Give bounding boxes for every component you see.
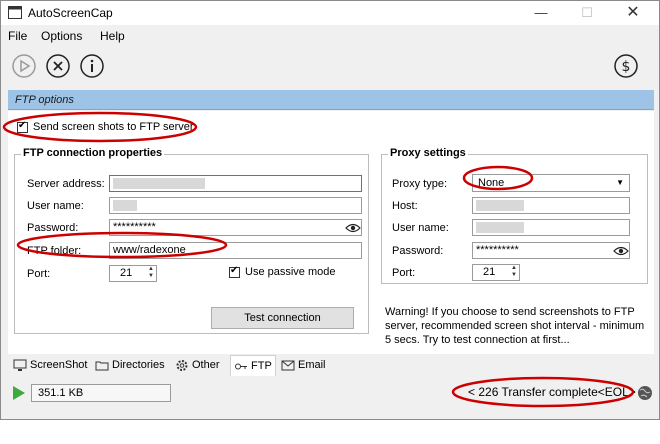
maximize-button[interactable]: ☐	[564, 1, 610, 25]
close-button[interactable]: ✕	[610, 1, 656, 25]
user-name-label: User name:	[27, 200, 84, 212]
user-name-field[interactable]	[109, 197, 362, 214]
menu-bar: File Options Help	[1, 26, 659, 46]
password-label: Password:	[27, 222, 79, 234]
stop-icon[interactable]	[45, 53, 71, 79]
gear-icon	[176, 360, 188, 371]
ftp-warning-text: Warning! If you choose to send screensho…	[385, 306, 645, 346]
app-window: AutoScreenCap — ☐ ✕ File Options Help $ …	[0, 0, 660, 420]
ftp-icon	[235, 363, 247, 370]
ftp-folder-label: FTP folder:	[27, 245, 82, 257]
proxy-settings-title: Proxy settings	[388, 147, 468, 159]
proxy-type-select[interactable]: None ▼	[472, 174, 630, 192]
folder-icon	[95, 361, 109, 371]
menu-options[interactable]: Options	[41, 29, 82, 43]
app-icon	[8, 6, 22, 19]
proxy-host-field[interactable]	[472, 197, 630, 214]
tab-ftp[interactable]: FTP	[230, 355, 276, 376]
ftp-connection-group: FTP connection properties Server address…	[14, 147, 369, 334]
proxy-show-password-eye-icon[interactable]	[613, 245, 629, 257]
server-address-field[interactable]	[109, 175, 362, 192]
proxy-user-label: User name:	[392, 222, 449, 234]
proxy-type-label: Proxy type:	[392, 178, 448, 190]
send-ftp-checkbox[interactable]	[17, 120, 28, 133]
donate-dollar-icon[interactable]: $	[613, 53, 639, 79]
spinner-arrows-icon[interactable]: ▲ ▼	[148, 266, 154, 280]
screenshot-icon	[13, 359, 27, 371]
send-ftp-label: Send screen shots to FTP server	[33, 121, 194, 133]
port-value: 21	[120, 267, 133, 279]
minimize-button[interactable]: —	[518, 1, 564, 25]
server-address-label: Server address:	[27, 178, 105, 190]
password-field[interactable]: **********	[109, 219, 362, 236]
proxy-port-spinner[interactable]: 21 ▲ ▼	[472, 264, 520, 281]
proxy-password-field[interactable]: **********	[472, 242, 630, 259]
status-bar: 351.1 KB < 226 Transfer complete<EOL>	[1, 381, 659, 405]
passive-mode-label: Use passive mode	[245, 266, 336, 278]
play-icon[interactable]	[11, 53, 37, 79]
tab-email[interactable]: Email	[278, 355, 334, 376]
proxy-type-value: None	[478, 177, 505, 189]
ftp-connection-title: FTP connection properties	[21, 147, 165, 159]
tab-screenshot[interactable]: ScreenShot	[10, 355, 88, 376]
show-password-eye-icon[interactable]	[345, 222, 361, 234]
title-bar: AutoScreenCap — ☐ ✕	[1, 1, 659, 25]
test-connection-button[interactable]: Test connection	[211, 307, 354, 329]
proxy-port-label: Port:	[392, 267, 416, 279]
port-label: Port:	[27, 268, 51, 280]
captured-size-field: 351.1 KB	[31, 384, 171, 402]
chevron-down-icon: ▼	[616, 178, 624, 187]
info-icon[interactable]	[79, 53, 105, 79]
window-title: AutoScreenCap	[28, 6, 113, 20]
email-icon	[281, 360, 295, 371]
port-spinner[interactable]: 21 ▲ ▼	[109, 265, 157, 282]
proxy-password-label: Password:	[392, 245, 444, 257]
section-header-ftp-options: FTP options	[8, 90, 654, 110]
globe-icon	[638, 386, 652, 400]
bottom-tab-bar: ScreenShot Directories Other FTP Email	[8, 355, 654, 377]
proxy-settings-group: Proxy settings Proxy type: None ▼ Host: …	[381, 147, 648, 284]
proxy-host-label: Host:	[392, 200, 418, 212]
svg-text:$: $	[622, 59, 631, 75]
start-capture-play-icon[interactable]	[12, 385, 26, 401]
passive-mode-checkbox[interactable]	[229, 265, 240, 278]
proxy-port-value: 21	[483, 266, 496, 278]
proxy-user-field[interactable]	[472, 219, 630, 236]
toolbar: $	[1, 48, 659, 86]
ftp-folder-field[interactable]: www/radexone	[109, 242, 362, 259]
tab-other[interactable]: Other	[172, 355, 230, 376]
menu-help[interactable]: Help	[100, 29, 125, 43]
menu-file[interactable]: File	[8, 29, 27, 43]
ftp-options-panel: Send screen shots to FTP server FTP conn…	[8, 111, 654, 354]
transfer-status-text: < 226 Transfer complete<EOL>	[468, 385, 636, 399]
spinner-arrows-icon[interactable]: ▲ ▼	[511, 265, 517, 279]
tab-directories[interactable]: Directories	[92, 355, 170, 376]
